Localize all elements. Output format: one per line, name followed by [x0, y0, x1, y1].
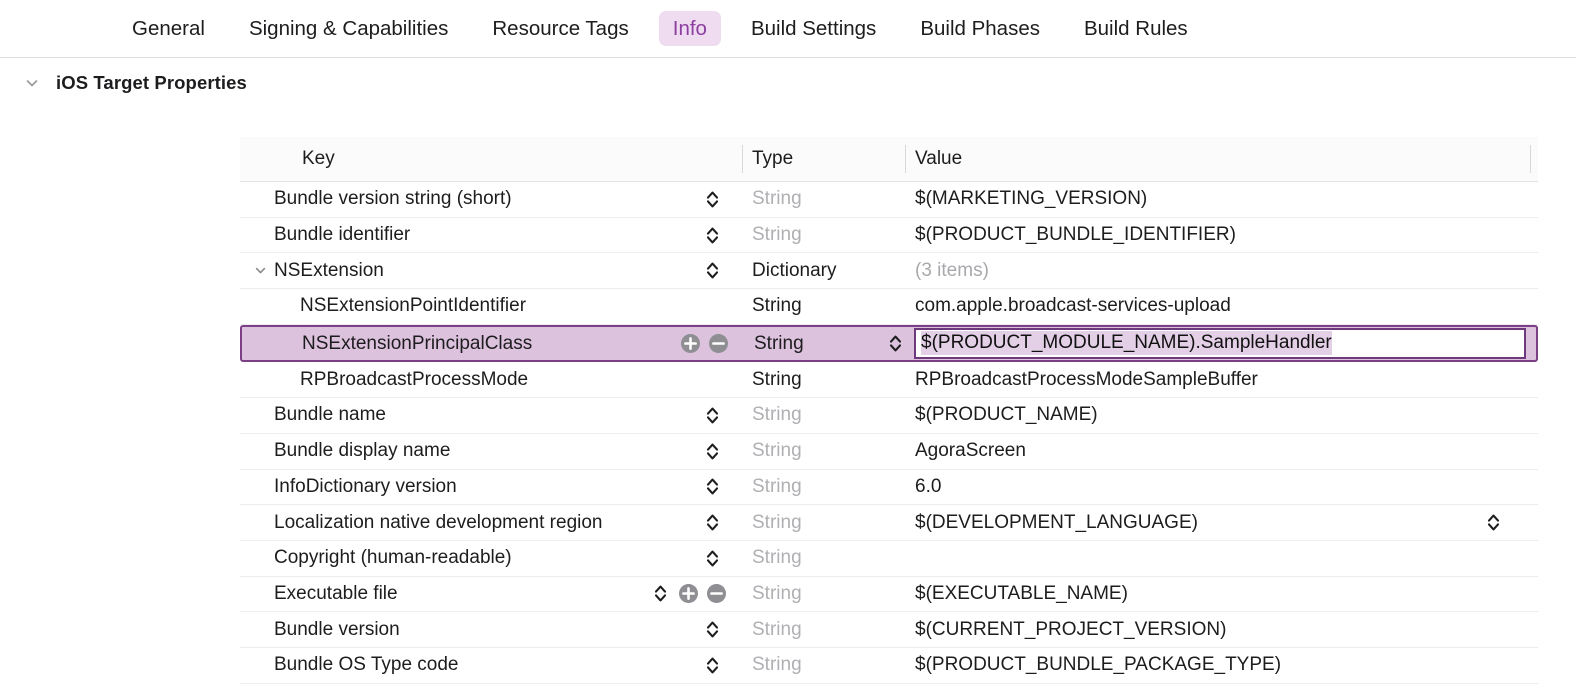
cell-type[interactable]: String	[752, 505, 802, 540]
column-header-value[interactable]: Value	[915, 137, 962, 181]
cell-key[interactable]: Copyright (human-readable)	[240, 541, 512, 576]
table-header-row: Key Type Value	[240, 137, 1538, 182]
target-editor-tabbar: General Signing & Capabilities Resource Ta…	[0, 0, 1576, 58]
tab-build-phases[interactable]: Build Phases	[906, 11, 1054, 47]
cell-key[interactable]: Bundle version string (short)	[240, 182, 512, 217]
plist-table: Key Type Value Bundle version string (sh…	[240, 137, 1538, 684]
tab-signing-capabilities[interactable]: Signing & Capabilities	[235, 11, 462, 47]
cell-value[interactable]: $(PRODUCT_BUNDLE_IDENTIFIER)	[915, 218, 1236, 253]
cell-value[interactable]: $(PRODUCT_NAME)	[915, 398, 1098, 433]
tab-build-rules[interactable]: Build Rules	[1070, 11, 1202, 47]
tab-general[interactable]: General	[118, 11, 219, 47]
cell-type[interactable]: Dictionary	[752, 253, 836, 288]
type-stepper-icon[interactable]	[652, 583, 668, 605]
tab-build-settings[interactable]: Build Settings	[737, 11, 890, 47]
cell-key[interactable]: InfoDictionary version	[240, 470, 457, 505]
cell-key[interactable]: NSExtensionPrincipalClass	[242, 327, 532, 361]
value-input[interactable]: $(PRODUCT_MODULE_NAME).SampleHandler	[914, 327, 1526, 359]
cell-type[interactable]: String	[752, 541, 802, 576]
table-row[interactable]: Bundle identifier String $(PRODUCT_BUNDLE_…	[240, 218, 1538, 254]
type-stepper-icon[interactable]	[704, 547, 720, 569]
table-row[interactable]: Bundle version String $(CURRENT_PROJECT_VE…	[240, 612, 1538, 648]
cell-key[interactable]: Bundle identifier	[240, 218, 410, 253]
column-divider-value[interactable]	[905, 145, 906, 173]
cell-key[interactable]: Bundle display name	[240, 434, 450, 469]
column-header-type[interactable]: Type	[752, 137, 793, 181]
type-stepper-icon[interactable]	[704, 260, 720, 282]
table-row-selected[interactable]: NSExtensionPrincipalClass String $(PRODUCT…	[240, 324, 1538, 363]
section-header-ios-target-properties[interactable]: iOS Target Properties	[0, 58, 1576, 108]
type-stepper-icon[interactable]	[704, 188, 720, 210]
cell-type[interactable]: String	[752, 434, 802, 469]
cell-key[interactable]: RPBroadcastProcessMode	[240, 362, 528, 397]
chevron-down-icon[interactable]	[22, 73, 42, 93]
table-row[interactable]: Bundle display name String AgoraScreen	[240, 434, 1538, 470]
tab-resource-tags[interactable]: Resource Tags	[478, 11, 642, 47]
add-row-icon[interactable]	[677, 583, 699, 605]
cell-type[interactable]: String	[754, 327, 804, 361]
remove-row-icon[interactable]	[707, 333, 729, 355]
type-stepper-icon[interactable]	[704, 440, 720, 462]
cell-value[interactable]: RPBroadcastProcessModeSampleBuffer	[915, 362, 1258, 397]
cell-value[interactable]: AgoraScreen	[915, 434, 1026, 469]
cell-value[interactable]: 6.0	[915, 470, 941, 505]
table-row[interactable]: NSExtensionPointIdentifier String com.appl…	[240, 289, 1538, 325]
table-body: Bundle version string (short) String $(MAR…	[240, 182, 1538, 684]
table-row[interactable]: Bundle name String $(PRODUCT_NAME)	[240, 398, 1538, 434]
table-row[interactable]: InfoDictionary version String 6.0	[240, 470, 1538, 506]
table-row[interactable]: Executable file String $(EXECUTABLE_NAME)	[240, 577, 1538, 613]
type-stepper-icon[interactable]	[704, 654, 720, 676]
remove-row-icon[interactable]	[705, 583, 727, 605]
cell-key[interactable]: Executable file	[240, 577, 398, 612]
cell-value[interactable]: $(EXECUTABLE_NAME)	[915, 577, 1128, 612]
tab-info[interactable]: Info	[658, 10, 721, 47]
type-stepper-icon[interactable]	[704, 224, 720, 246]
table-row[interactable]: Bundle OS Type code String $(PRODUCT_BUNDL…	[240, 648, 1538, 684]
cell-type[interactable]: String	[752, 398, 802, 433]
value-stepper-icon[interactable]	[1485, 512, 1501, 534]
cell-key[interactable]: NSExtensionPointIdentifier	[240, 289, 526, 324]
type-stepper-icon[interactable]	[704, 512, 720, 534]
value-type-stepper-icon[interactable]	[887, 333, 903, 355]
cell-key[interactable]: Bundle version	[240, 612, 400, 647]
type-stepper-icon[interactable]	[704, 404, 720, 426]
value-input-text: $(PRODUCT_MODULE_NAME).SampleHandler	[921, 331, 1332, 356]
cell-type[interactable]: String	[752, 182, 802, 217]
cell-value[interactable]: $(CURRENT_PROJECT_VERSION)	[915, 612, 1226, 647]
cell-type[interactable]: String	[752, 362, 802, 397]
cell-key[interactable]: Localization native development region	[240, 505, 603, 540]
column-divider-end[interactable]	[1530, 145, 1531, 173]
cell-value[interactable]: (3 items)	[915, 253, 989, 288]
cell-type[interactable]: String	[752, 218, 802, 253]
table-row[interactable]: Copyright (human-readable) String	[240, 541, 1538, 577]
cell-type[interactable]: String	[752, 612, 802, 647]
table-row[interactable]: Localization native development region St…	[240, 505, 1538, 541]
cell-key[interactable]: NSExtension	[240, 253, 384, 288]
cell-key[interactable]: Bundle name	[240, 398, 386, 433]
cell-value[interactable]: $(MARKETING_VERSION)	[915, 182, 1147, 217]
type-stepper-icon[interactable]	[704, 476, 720, 498]
cell-value[interactable]: com.apple.broadcast-services-upload	[915, 289, 1231, 324]
table-row[interactable]: NSExtension Dictionary (3 items)	[240, 253, 1538, 290]
table-row[interactable]: Bundle version string (short) String $(MAR…	[240, 182, 1538, 218]
cell-value[interactable]: $(PRODUCT_BUNDLE_PACKAGE_TYPE)	[915, 648, 1281, 683]
cell-type[interactable]: String	[752, 577, 802, 612]
page-title: iOS Target Properties	[56, 72, 247, 93]
table-row[interactable]: RPBroadcastProcessMode String RPBroadcastP…	[240, 362, 1538, 399]
cell-type[interactable]: String	[752, 470, 802, 505]
cell-type[interactable]: String	[752, 648, 802, 683]
type-stepper-icon[interactable]	[704, 619, 720, 641]
column-header-key[interactable]: Key	[302, 137, 335, 181]
cell-value[interactable]: $(DEVELOPMENT_LANGUAGE)	[915, 505, 1198, 540]
add-row-icon[interactable]	[679, 333, 701, 355]
cell-type[interactable]: String	[752, 289, 802, 324]
column-divider-type[interactable]	[742, 145, 743, 173]
cell-key[interactable]: Bundle OS Type code	[240, 648, 459, 683]
